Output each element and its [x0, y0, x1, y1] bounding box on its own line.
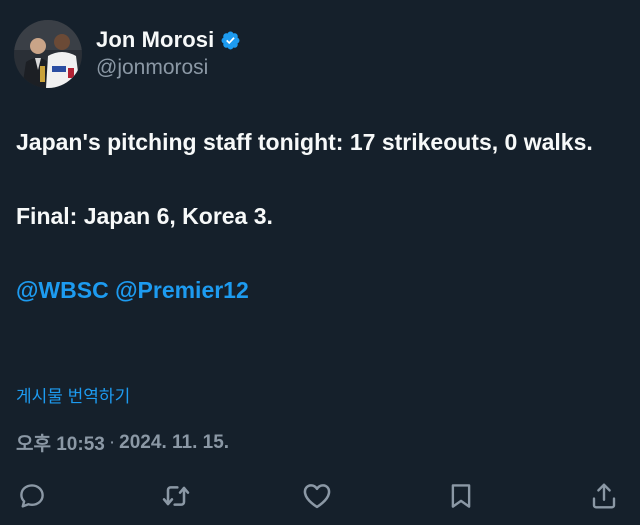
action-bar [0, 478, 640, 514]
author-display-name[interactable]: Jon Morosi [96, 27, 214, 53]
author-handle[interactable]: @jonmorosi [96, 56, 208, 80]
share-icon [592, 483, 616, 509]
repost-icon [162, 486, 190, 506]
repost-button[interactable] [158, 478, 194, 514]
mention-link-premier12[interactable]: @Premier12 [115, 277, 249, 303]
translate-post-link[interactable]: 게시물 번역하기 [16, 382, 130, 407]
timestamp-separator: · [108, 431, 116, 453]
bookmark-icon [451, 484, 471, 508]
verified-badge-icon [220, 30, 241, 51]
author-name-row[interactable]: Jon Morosi [96, 26, 241, 54]
post-mentions: @WBSC @Premier12 [16, 272, 616, 309]
post-time[interactable]: 오후 10:53 [16, 429, 105, 456]
post-timestamp[interactable]: 오후 10:53 · 2024. 11. 15. [16, 429, 229, 456]
like-icon [303, 484, 331, 509]
profile-photo-icon [14, 20, 82, 88]
post-body: Japan's pitching staff tonight: 17 strik… [16, 124, 616, 309]
post-date[interactable]: 2024. 11. 15. [119, 432, 229, 454]
like-button[interactable] [299, 478, 335, 514]
mention-link-wbsc[interactable]: @WBSC [16, 277, 109, 303]
post-text-line: Japan's pitching staff tonight: 17 strik… [16, 129, 593, 155]
post-text-line: Final: Japan 6, Korea 3. [16, 203, 273, 229]
avatar[interactable] [14, 20, 82, 88]
reply-button[interactable] [14, 478, 50, 514]
bookmark-button[interactable] [443, 478, 479, 514]
share-button[interactable] [586, 478, 622, 514]
reply-icon [20, 484, 44, 508]
